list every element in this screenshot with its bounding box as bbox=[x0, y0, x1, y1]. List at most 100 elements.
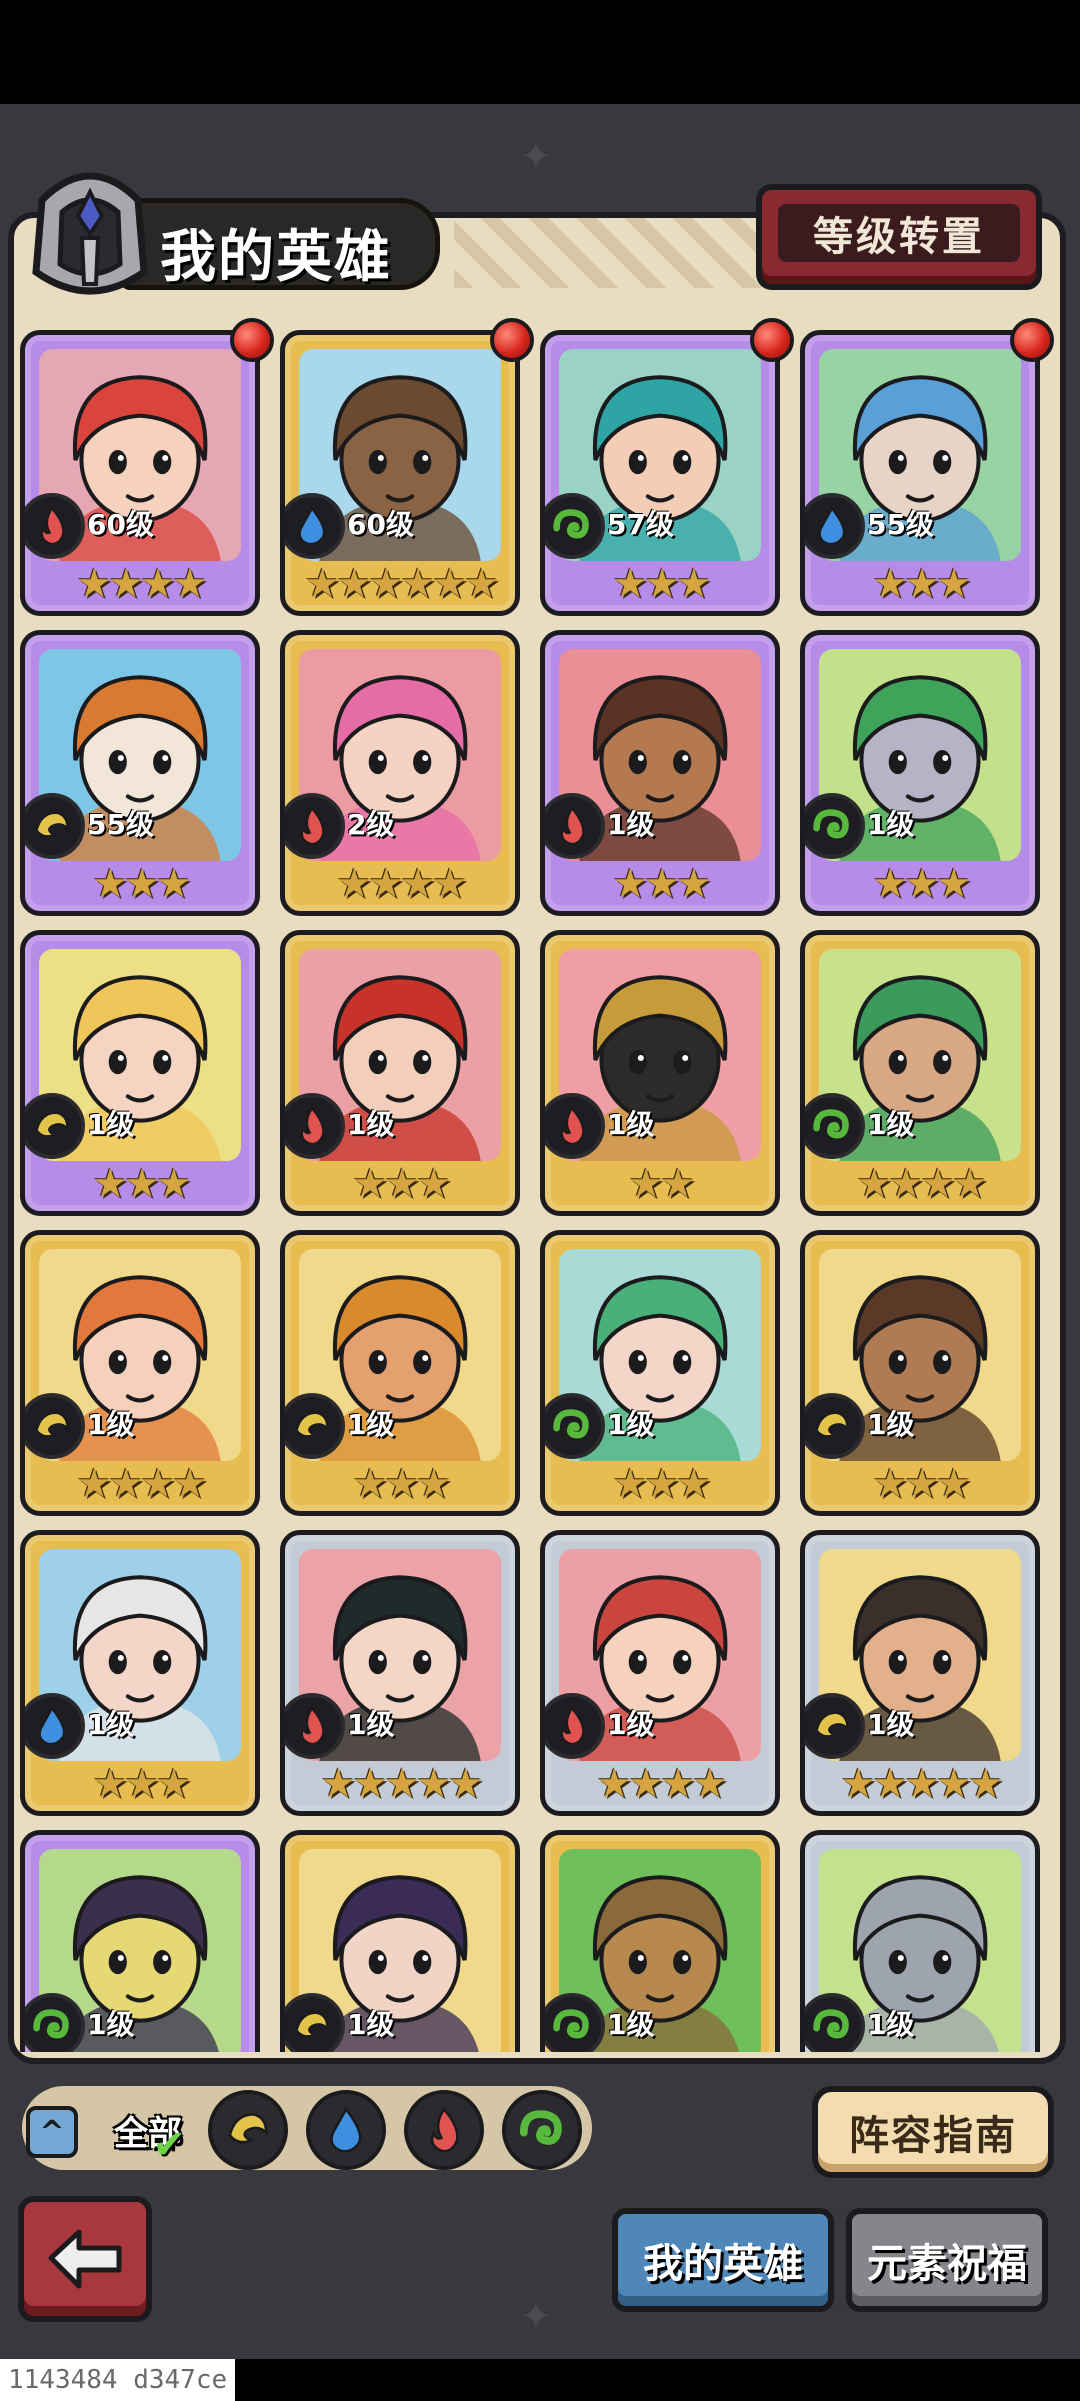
hero-card[interactable]: 1级 ★★★★ bbox=[20, 1230, 260, 1516]
hero-card[interactable]: 1级 ★★★ bbox=[800, 1230, 1040, 1516]
hero-level: 1级 bbox=[347, 1708, 395, 1741]
back-button[interactable] bbox=[18, 2196, 152, 2322]
hero-card[interactable]: 1级 ★★★★★ bbox=[800, 1530, 1040, 1816]
hero-card[interactable]: 60级 ★★★★ bbox=[20, 330, 260, 616]
hero-level: 1级 bbox=[607, 2008, 655, 2041]
page-title: 我的英雄 bbox=[160, 225, 392, 290]
water-element-icon bbox=[285, 493, 345, 559]
tab-element-blessing[interactable]: 元素祝福 bbox=[846, 2208, 1048, 2312]
tab-my-heroes[interactable]: 我的英雄 bbox=[612, 2208, 834, 2312]
filter-water-button[interactable] bbox=[306, 2090, 386, 2170]
hero-card[interactable]: 55级 ★★★ bbox=[20, 630, 260, 916]
wind-element-icon bbox=[25, 1993, 85, 2052]
hero-level: 57级 bbox=[607, 508, 674, 541]
hero-stars: ★★★ bbox=[872, 561, 972, 607]
hero-card[interactable]: 1级★★★ bbox=[540, 630, 780, 916]
hero-stars: ★★★ bbox=[352, 1161, 452, 1207]
wind-element-icon bbox=[805, 1993, 865, 2052]
hero-level: 1级 bbox=[347, 1108, 395, 1141]
hero-level: 1级 bbox=[87, 1108, 135, 1141]
hero-card[interactable]: 1级★★★ bbox=[540, 1830, 780, 2052]
wind-element-icon bbox=[519, 2110, 562, 2145]
hero-card[interactable]: 1级★★★ bbox=[280, 1830, 520, 2052]
hero-stars: ★★★ bbox=[92, 861, 192, 907]
hero-level: 1级 bbox=[607, 808, 655, 841]
hero-level: 1级 bbox=[867, 2008, 915, 2041]
fire-element-icon bbox=[545, 1693, 605, 1759]
notification-dot bbox=[230, 318, 274, 362]
hero-level: 1级 bbox=[867, 808, 915, 841]
level-transfer-button[interactable]: 等级转置 bbox=[756, 184, 1042, 290]
debug-label: 1143484 d347ce bbox=[0, 2359, 236, 2401]
hero-card[interactable]: 1级 ★★★★ bbox=[540, 1530, 780, 1816]
hero-card[interactable]: 1级 ★★ bbox=[540, 930, 780, 1216]
hero-stars: ★★★★ bbox=[596, 1761, 727, 1807]
hero-level: 55级 bbox=[87, 808, 154, 841]
fire-element-icon bbox=[285, 1693, 345, 1759]
hero-level: 1级 bbox=[347, 2008, 395, 2041]
hero-level: 1级 bbox=[867, 1408, 915, 1441]
wind-element-icon bbox=[805, 1093, 865, 1159]
notification-dot bbox=[1010, 318, 1054, 362]
hero-card[interactable]: 1级 ★★★ bbox=[20, 930, 260, 1216]
hero-stars: ★★★★ bbox=[336, 861, 467, 907]
notification-dot bbox=[750, 318, 794, 362]
hero-card[interactable]: 1级 ★★★ bbox=[20, 1530, 260, 1816]
hero-card[interactable]: 55级 ★★★ bbox=[800, 330, 1040, 616]
filter-earth-button[interactable] bbox=[208, 2090, 288, 2170]
hero-stars: ★★★ bbox=[352, 1461, 452, 1507]
fire-element-icon bbox=[285, 1093, 345, 1159]
hero-stars: ★★★ bbox=[612, 1461, 712, 1507]
hero-card[interactable]: 2级 ★★★★ bbox=[280, 630, 520, 916]
filter-wind-button[interactable] bbox=[502, 2090, 582, 2170]
level-transfer-label: 等级转置 bbox=[778, 204, 1020, 262]
back-arrow-icon bbox=[48, 2229, 122, 2289]
hero-stars: ★★ bbox=[628, 1161, 696, 1207]
hero-stars: ★★★★ bbox=[76, 1461, 207, 1507]
hero-card[interactable]: 1级 ★★★★★ bbox=[280, 1530, 520, 1816]
hero-stars: ★★★ bbox=[872, 861, 972, 907]
earth-element-icon bbox=[805, 1393, 865, 1459]
wind-element-icon bbox=[545, 493, 605, 559]
wind-element-icon bbox=[545, 1993, 605, 2052]
hero-stars: ★★★ bbox=[92, 1161, 192, 1207]
hero-card[interactable]: 1级 ★★★ bbox=[280, 1230, 520, 1516]
filter-all-button[interactable]: 全部 ✔ bbox=[104, 2088, 192, 2172]
water-element-icon bbox=[330, 2106, 362, 2153]
hero-stars: ★★★ bbox=[92, 1761, 192, 1807]
hero-level: 1级 bbox=[87, 1708, 135, 1741]
hero-stars: ★★★★ bbox=[76, 561, 207, 607]
hero-card[interactable]: 1级 ★★★ bbox=[800, 630, 1040, 916]
hero-card[interactable]: 1级★★★ bbox=[20, 1830, 260, 2052]
hero-card[interactable]: 1级★★★ bbox=[800, 1830, 1040, 2052]
hero-level: 60级 bbox=[347, 508, 414, 541]
collapse-button[interactable]: ^ bbox=[26, 2106, 78, 2158]
lineup-guide-button[interactable]: 阵容指南 bbox=[812, 2086, 1054, 2178]
hero-stars: ★★★ bbox=[872, 1461, 972, 1507]
helmet-icon bbox=[32, 172, 148, 295]
earth-element-icon bbox=[25, 1393, 85, 1459]
hero-card[interactable]: 1级 ★★★★ bbox=[800, 930, 1040, 1216]
wind-element-icon bbox=[545, 1393, 605, 1459]
hero-stars: ★★★★★ bbox=[840, 1761, 1003, 1807]
star-ornament: ✦ bbox=[520, 134, 552, 178]
hero-card[interactable]: 57级 ★★★ bbox=[540, 330, 780, 616]
fire-element-icon bbox=[25, 493, 85, 559]
hero-card[interactable]: 60级 ★★★★★★ bbox=[280, 330, 520, 616]
hero-level: 1级 bbox=[607, 1708, 655, 1741]
fire-element-icon bbox=[545, 793, 605, 859]
hero-level: 1级 bbox=[347, 1408, 395, 1441]
fire-element-icon bbox=[430, 2107, 459, 2153]
hero-level: 2级 bbox=[347, 808, 395, 841]
status-bar bbox=[0, 0, 1080, 104]
hero-card[interactable]: 1级 ★★★ bbox=[280, 930, 520, 1216]
hero-level: 1级 bbox=[607, 1408, 655, 1441]
earth-element-icon bbox=[228, 2113, 268, 2144]
hero-stars: ★★★★★ bbox=[320, 1761, 483, 1807]
hero-card[interactable]: 1级 ★★★ bbox=[540, 1230, 780, 1516]
star-ornament: ✦ bbox=[520, 2294, 552, 2338]
earth-element-icon bbox=[285, 1993, 345, 2052]
filter-fire-button[interactable] bbox=[404, 2090, 484, 2170]
water-element-icon bbox=[25, 1693, 85, 1759]
hero-grid[interactable]: 60级 ★★★★ 60级 ★★★★★★ 57级 ★★★ 55级 ★★★ 55级 ★★★ 2级 ★★★★… bbox=[20, 330, 1060, 2052]
